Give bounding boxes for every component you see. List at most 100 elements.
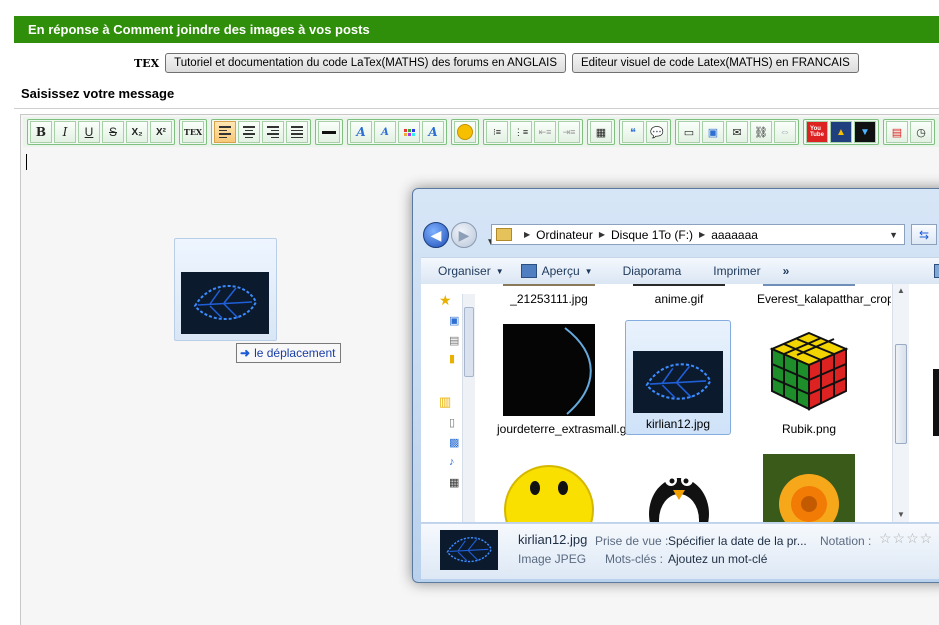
preview-menu[interactable]: Aperçu ▼	[520, 264, 593, 278]
bullet-list-icon[interactable]: ⁝≡	[486, 121, 508, 143]
scroll-up-icon[interactable]: ▲	[897, 286, 905, 295]
tex-group: TEX	[179, 119, 207, 145]
view-icon[interactable]	[934, 264, 939, 278]
file-item-flower[interactable]	[757, 454, 861, 522]
details-type: Image JPEG	[518, 552, 587, 566]
editor-toolbar: B I U S X₂ X² TEX A A A ⁝≡ ⋮≡ ⇤≡ ⇥≡ ▦ ❝ …	[23, 117, 939, 147]
scroll-down-icon[interactable]: ▼	[897, 510, 905, 519]
align-center-button[interactable]	[238, 121, 260, 143]
font-size-icon[interactable]: A	[374, 121, 396, 143]
unlink-icon[interactable]: ⇔	[774, 121, 796, 143]
eclipse-icon	[564, 327, 592, 415]
tex-button[interactable]: TEX	[182, 121, 204, 143]
details-taken-label: Prise de vue :	[595, 534, 669, 548]
youtube-icon[interactable]: You Tube	[806, 121, 828, 143]
justify-icon	[291, 126, 303, 138]
scrollbar-thumb[interactable]	[895, 344, 907, 444]
image-icon[interactable]: ▣	[702, 121, 724, 143]
outdent-icon[interactable]: ⇤≡	[534, 121, 556, 143]
file-scrollbar[interactable]: ▲ ▼	[892, 284, 909, 522]
align-left-icon	[219, 126, 231, 138]
file-item-smiley[interactable]	[497, 454, 601, 522]
underline-button[interactable]: U	[78, 121, 100, 143]
file-item-21253111[interactable]: _21253111.jpg	[497, 284, 601, 307]
file-name: anime.gif	[654, 292, 704, 306]
scrollbar-thumb[interactable]	[464, 307, 474, 377]
indent-icon[interactable]: ⇥≡	[558, 121, 580, 143]
latex-tutorial-button[interactable]: Tutoriel et documentation du code LaTex(…	[165, 53, 566, 73]
print-button[interactable]: Imprimer	[713, 264, 760, 278]
file-item-tux[interactable]	[627, 454, 731, 522]
font-color-icon[interactable]: A	[422, 121, 444, 143]
file-item-rubik[interactable]: Rubik.png	[757, 324, 861, 437]
details-taken-value[interactable]: Spécifier la date de la pr...	[668, 534, 807, 548]
file-thumbnail	[633, 351, 723, 413]
emoji-group	[451, 119, 479, 145]
color-palette-icon[interactable]	[398, 121, 420, 143]
file-item-everest[interactable]: Everest_kalapatthar_crop.jpg	[757, 284, 891, 307]
details-pane: kirlian12.jpg Image JPEG Prise de vue : …	[421, 523, 939, 579]
desktop-icon[interactable]: ▣	[449, 314, 459, 327]
file-item-jourdeterre[interactable]: jourdeterre_extrasmall.gif	[497, 324, 632, 437]
justify-button[interactable]	[286, 121, 308, 143]
chevron-right-icon[interactable]: ▶	[599, 230, 605, 239]
flash-icon[interactable]: ▲	[830, 121, 852, 143]
strikethrough-button[interactable]: S	[102, 121, 124, 143]
align-right-button[interactable]	[262, 121, 284, 143]
insert-group: ▭ ▣ ✉ ⛓ ⇔	[675, 119, 799, 145]
downloads-icon[interactable]: ▤	[449, 334, 459, 347]
link-icon[interactable]: ⛓	[750, 121, 772, 143]
calendar-icon[interactable]: ▤	[886, 121, 908, 143]
pictures-icon[interactable]: ▩	[449, 436, 459, 449]
details-keywords-value[interactable]: Ajoutez un mot-clé	[668, 552, 767, 566]
superscript-button[interactable]: X²	[150, 121, 172, 143]
navigation-scrollbar[interactable]	[462, 294, 475, 522]
chevron-right-icon[interactable]: ▶	[524, 230, 530, 239]
videos-icon[interactable]: ▦	[449, 476, 459, 489]
music-icon[interactable]: ♪	[449, 456, 455, 468]
chevron-right-icon[interactable]: ▶	[699, 230, 705, 239]
libraries-icon[interactable]: ▥	[439, 394, 451, 410]
quote-icon[interactable]: ❝	[622, 121, 644, 143]
rating-stars[interactable]: ☆☆☆☆	[879, 530, 933, 547]
font-face-icon[interactable]: A	[350, 121, 372, 143]
address-bar[interactable]: ▶ Ordinateur ▶ Disque 1To (F:) ▶ aaaaaaa…	[491, 224, 905, 245]
speech-bubble-icon[interactable]: 💬	[646, 121, 668, 143]
slideshow-button[interactable]: Diaporama	[623, 264, 682, 278]
forward-button[interactable]: ▶	[451, 222, 477, 248]
bold-button[interactable]: B	[30, 121, 52, 143]
breadcrumb-computer[interactable]: Ordinateur	[536, 228, 593, 242]
breadcrumb-drive[interactable]: Disque 1To (F:)	[611, 228, 693, 242]
smiley-icon[interactable]	[454, 121, 476, 143]
explorer-window[interactable]: ◀ ▶ ▼ ▶ Ordinateur ▶ Disque 1To (F:) ▶ a…	[412, 188, 939, 583]
subscript-button[interactable]: X₂	[126, 121, 148, 143]
more-commands-button[interactable]: »	[783, 264, 790, 278]
chevron-down-icon[interactable]: ▼	[889, 230, 898, 240]
back-button[interactable]: ◀	[423, 222, 449, 248]
file-item-anime[interactable]: anime.gif	[627, 284, 731, 307]
documents-icon[interactable]: ▯	[449, 416, 455, 429]
numbered-list-icon[interactable]: ⋮≡	[510, 121, 532, 143]
recent-folder-icon[interactable]: ▮	[449, 352, 455, 365]
table-icon[interactable]: ▦	[590, 121, 612, 143]
video-icon[interactable]: ▼	[854, 121, 876, 143]
hide-text-icon[interactable]: ▭	[678, 121, 700, 143]
organize-label: Organiser	[438, 264, 491, 278]
favorites-star-icon[interactable]: ★	[439, 292, 452, 309]
italic-button[interactable]: I	[54, 121, 76, 143]
file-thumbnail	[633, 454, 725, 522]
organize-menu[interactable]: Organiser ▼	[438, 264, 504, 278]
refresh-button[interactable]: ⇆	[911, 224, 937, 245]
clock-icon[interactable]: ◷	[910, 121, 932, 143]
breadcrumb-folder[interactable]: aaaaaaa	[711, 228, 758, 242]
horizontal-rule-button[interactable]	[318, 121, 340, 143]
preview-icon	[520, 264, 537, 278]
align-right-icon	[267, 126, 279, 138]
align-left-button[interactable]	[214, 121, 236, 143]
leaf-icon	[645, 363, 712, 400]
penguin-icon	[649, 474, 709, 522]
file-thumbnail	[503, 454, 595, 522]
email-icon[interactable]: ✉	[726, 121, 748, 143]
file-item-kirlian12[interactable]: kirlian12.jpg	[625, 320, 731, 435]
latex-editor-button[interactable]: Editeur visuel de code Latex(MATHS) en F…	[571, 53, 859, 73]
